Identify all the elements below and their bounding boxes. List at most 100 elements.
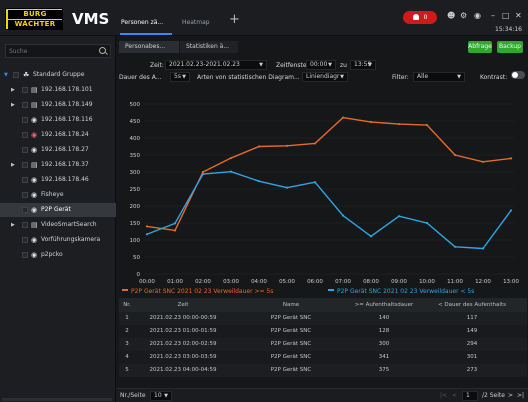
table-cell: 5 [125, 367, 129, 373]
tab-heatmap[interactable]: Heatmap [182, 19, 210, 26]
tree-group-standard[interactable]: ▼ ☘ Standard Gruppe [0, 68, 116, 82]
lock-icon[interactable]: ◉ [474, 11, 481, 20]
contrast-toggle[interactable] [511, 71, 525, 79]
window-to-select[interactable]: 13:59 ▼ [350, 60, 376, 70]
camera-offline-icon: ◉ [31, 131, 38, 139]
data-point [397, 215, 401, 218]
filter-value: Alle [417, 73, 429, 80]
alarm-badge[interactable]: 0 [403, 11, 437, 24]
tree-device[interactable]: ◉ Vorführungskamera [0, 233, 116, 247]
prev-page-icon[interactable]: < [452, 392, 457, 399]
table-row[interactable]: 4 2021.02.23 03:00-03:59 P2P Gerät SNC 341 3… [119, 351, 527, 364]
chevron-down-icon: ▼ [182, 74, 186, 80]
table-cell: 140 [378, 315, 390, 321]
duration-select[interactable]: 5s ▼ [170, 72, 190, 82]
checkbox[interactable] [22, 102, 28, 108]
checkbox[interactable] [13, 72, 19, 78]
expand-arrow-icon[interactable]: ▶ [11, 83, 15, 97]
data-point [201, 172, 205, 176]
time-range-picker[interactable]: 2021.02.23-2021.02.23 ▼ [165, 60, 267, 70]
tree-device[interactable]: ◉ 192.168.178.116 [0, 113, 116, 127]
x-tick-label: 02:00 [195, 279, 211, 285]
maximize-icon[interactable]: □ [502, 11, 510, 20]
checkbox[interactable] [22, 222, 28, 228]
filter-select[interactable]: Alle ▼ [413, 72, 465, 82]
checkbox[interactable] [22, 192, 28, 198]
x-tick-label: 05:00 [279, 279, 295, 285]
add-tab-icon[interactable]: + [229, 12, 240, 27]
page-number-input[interactable]: 1 [462, 391, 478, 401]
tree-device[interactable]: ▶ ▤ 192.168.178.101 [0, 83, 116, 97]
burg-waechter-logo: BURG WÄCHTER [5, 8, 63, 30]
y-tick-label: 0 [137, 272, 141, 278]
x-tick-label: 08:00 [363, 279, 379, 285]
next-page-icon[interactable]: > [508, 392, 513, 399]
checkbox[interactable] [22, 117, 28, 123]
backup-button[interactable]: Backup [497, 41, 523, 53]
user-icon[interactable]: ☻ [447, 11, 455, 20]
series-line-2 [146, 170, 512, 250]
settings-gear-icon[interactable]: ⚙ [460, 11, 467, 20]
checkbox[interactable] [22, 162, 28, 168]
chevron-down-icon: ▼ [457, 74, 461, 80]
first-page-icon[interactable]: |< [440, 392, 447, 399]
x-tick-label: 07:00 [335, 279, 351, 285]
device-search-box[interactable] [5, 44, 111, 58]
top-bar: BURG WÄCHTER VMS Personen zä... Heatmap … [0, 0, 528, 36]
alarm-count: 0 [423, 14, 428, 21]
table-row[interactable]: 3 2021.02.23 02:00-02:59 P2P Gerät SNC 300 2… [119, 338, 527, 351]
sidebar-scrollbar[interactable] [2, 398, 112, 401]
table-row[interactable]: 2 2021.02.23 01:00-01:59 P2P Gerät SNC 128 1… [119, 325, 527, 338]
tree-device[interactable]: ▶ ▤ VideoSmartSearch [0, 218, 116, 232]
x-tick-label: 12:00 [475, 279, 491, 285]
x-tick-label: 11:00 [447, 279, 463, 285]
checkbox[interactable] [22, 87, 28, 93]
tree-item-label: 192.168.178.24 [41, 131, 89, 138]
table-row[interactable]: 5 2021.02.23 04:00-04:59 P2P Gerät SNC 375 2… [119, 364, 527, 377]
tree-device[interactable]: ◉ Fisheye [0, 188, 116, 202]
checkbox[interactable] [22, 207, 28, 213]
search-icon[interactable] [99, 47, 106, 54]
tree-device[interactable]: ◉ 192.168.178.46 [0, 173, 116, 187]
data-point [397, 122, 401, 126]
tree-device-selected[interactable]: ◉ P2P Gerät [0, 203, 116, 217]
x-tick-label: 03:00 [223, 279, 239, 285]
time-label: Zeit: [150, 62, 164, 69]
device-tree-sidebar: ▼ ☘ Standard Gruppe ▶ ▤ 192.168.178.101 … [0, 36, 116, 402]
legend-label: P2P Gerät SNC 2021 02 23 Verweildauer >=… [131, 288, 274, 295]
checkbox[interactable] [22, 252, 28, 258]
checkbox[interactable] [22, 237, 28, 243]
tree-device[interactable]: ◉ 192.168.178.27 [0, 143, 116, 157]
tree-item-label: 192.168.178.116 [41, 116, 93, 123]
legend-swatch [328, 289, 334, 291]
tree-device[interactable]: ◉ 192.168.178.24 [0, 128, 116, 142]
tree-device[interactable]: ▶ ▤ 192.168.178.149 [0, 98, 116, 112]
tree-device[interactable]: ◉ p2pcko [0, 248, 116, 262]
minimize-icon[interactable]: – [491, 11, 495, 20]
subtab-personabfrage[interactable]: Personabes... [119, 41, 179, 53]
main-panel: Personabes... Statistiken ä... Abfrage B… [116, 36, 528, 402]
table-row[interactable]: 1 2021.02.23 00:00-00:59 P2P Gerät SNC 140 1… [119, 312, 527, 325]
tree-device[interactable]: ▶ ▤ 192.168.178.37 [0, 158, 116, 172]
checkbox[interactable] [22, 147, 28, 153]
expand-arrow-icon[interactable]: ▼ [4, 68, 8, 82]
data-point [257, 180, 261, 183]
tab-personen-zaehlung[interactable]: Personen zä... [121, 19, 163, 26]
expand-arrow-icon[interactable]: ▶ [11, 98, 15, 112]
checkbox[interactable] [22, 177, 28, 183]
diagram-type-select[interactable]: Liniendiagr ▼ [302, 72, 348, 82]
active-tab-indicator [120, 33, 172, 35]
table-cell: 2021.02.23 01:00-01:59 [149, 328, 217, 334]
table-cell: 294 [466, 341, 478, 347]
subtab-statistiken[interactable]: Statistiken ä... [180, 41, 238, 53]
close-icon[interactable]: ✕ [515, 11, 522, 20]
per-page-label: Nr./Seite [120, 392, 146, 399]
checkbox[interactable] [22, 132, 28, 138]
query-button[interactable]: Abfrage [468, 41, 492, 53]
last-page-icon[interactable]: >| [517, 392, 524, 399]
expand-arrow-icon[interactable]: ▶ [11, 218, 15, 232]
device-search-input[interactable] [9, 47, 95, 56]
expand-arrow-icon[interactable]: ▶ [11, 158, 15, 172]
per-page-select[interactable]: 10 ▼ [150, 391, 172, 401]
window-from-select[interactable]: 00:00 ▼ [306, 60, 336, 70]
